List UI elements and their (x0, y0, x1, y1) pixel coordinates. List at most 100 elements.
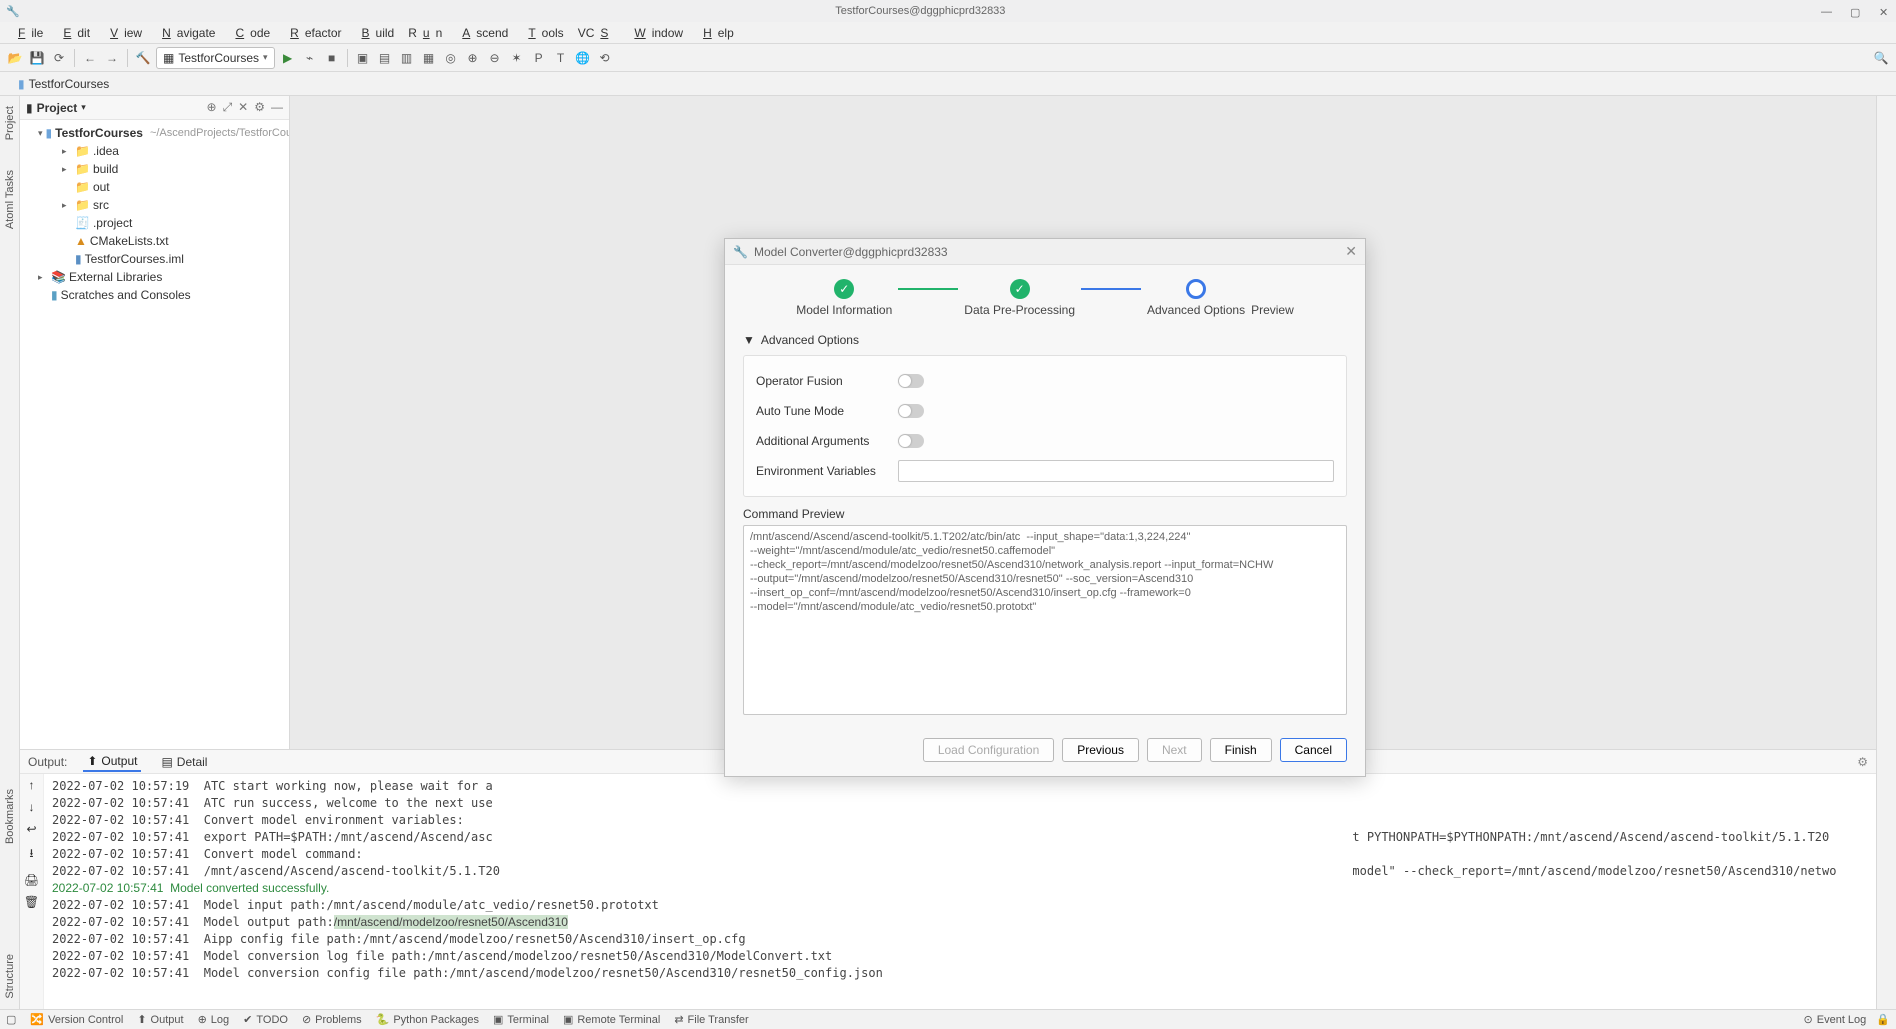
menu-edit[interactable]: Edit (51, 24, 96, 42)
tool3-icon[interactable]: ▥ (398, 49, 416, 67)
tool8-icon[interactable]: ✶ (508, 49, 526, 67)
tree-item-cmakelists[interactable]: ▲ CMakeLists.txt (20, 232, 289, 250)
tab-detail[interactable]: ▤ Detail (157, 753, 211, 771)
maximize-icon[interactable]: ▢ (1850, 6, 1861, 17)
sb-terminal[interactable]: ▣ Terminal (493, 1013, 549, 1026)
tool5-icon[interactable]: ◎ (442, 49, 460, 67)
tool9-icon[interactable]: P (530, 49, 548, 67)
sb-event-log[interactable]: ⊙ Event Log (1804, 1013, 1867, 1026)
close-icon[interactable]: ✕ (1879, 6, 1890, 17)
expand-all-icon[interactable]: ⤢ (223, 100, 233, 115)
sync-icon[interactable]: ⟳ (50, 49, 68, 67)
back-icon[interactable]: ← (81, 49, 99, 67)
tool7-icon[interactable]: ⊖ (486, 49, 504, 67)
menu-run[interactable]: Run (402, 24, 448, 42)
gear-icon[interactable]: ⚙ (1857, 755, 1868, 769)
scroll-icon[interactable]: ⭳ (29, 844, 33, 865)
minimize-icon[interactable]: — (1821, 6, 1832, 17)
search-icon[interactable]: 🔍 (1872, 49, 1890, 67)
tree-item-out[interactable]: 📁 out (20, 178, 289, 196)
auto-tune-toggle[interactable] (898, 404, 924, 418)
tool11-icon[interactable]: 🌐 (574, 49, 592, 67)
gutter-atoml[interactable]: Atoml Tasks (4, 170, 16, 229)
tree-item-iml[interactable]: ▮ TestforCourses.iml (20, 250, 289, 268)
output-gutter: ↑ ↓ ↩ ⭳ 🖨 🗑 (20, 774, 44, 1009)
sb-problems[interactable]: ⊘ Problems (302, 1013, 362, 1026)
sb-version-control[interactable]: 🔀 Version Control (30, 1013, 123, 1026)
gear-icon[interactable]: ⚙ (254, 100, 265, 115)
advanced-options-toggle[interactable]: ▼ Advanced Options (743, 333, 1347, 347)
tool10-icon[interactable]: T (552, 49, 570, 67)
tool6-icon[interactable]: ⊕ (464, 49, 482, 67)
trash-icon[interactable]: 🗑 (24, 895, 39, 909)
sb-square-icon[interactable]: ▢ (6, 1013, 16, 1026)
wrap-icon[interactable]: ↩ (26, 822, 36, 836)
run-config-selector[interactable]: ▦ TestforCourses ▾ (156, 47, 275, 69)
project-panel-header: ▮ Project ▾ ⊕ ⤢ ✕ ⚙ — (20, 96, 289, 120)
tree-root[interactable]: ▾ ▮ TestforCourses ~/AscendProjects/Test… (20, 124, 289, 142)
step-model-info[interactable]: ✓ Model Information (796, 279, 892, 317)
menu-window[interactable]: Window (622, 24, 689, 42)
menu-tools[interactable]: Tools (516, 24, 569, 42)
finish-button[interactable]: Finish (1210, 738, 1272, 762)
env-vars-input[interactable] (898, 460, 1334, 482)
dialog-close-icon[interactable]: ✕ (1345, 243, 1357, 260)
menu-view[interactable]: View (98, 24, 148, 42)
build-icon[interactable]: 🔨 (134, 49, 152, 67)
sb-remote-terminal[interactable]: ▣ Remote Terminal (563, 1013, 660, 1026)
sb-lock-icon[interactable]: 🔒 (1876, 1013, 1890, 1026)
tree-item-project[interactable]: 🧾 .project (20, 214, 289, 232)
menu-refactor[interactable]: Refactor (278, 24, 347, 42)
hide-icon[interactable]: — (271, 100, 283, 115)
save-icon[interactable]: 💾 (28, 49, 46, 67)
gutter-structure[interactable]: Structure (4, 954, 16, 999)
up-icon[interactable]: ↑ (29, 778, 35, 792)
menu-file[interactable]: File (6, 24, 49, 42)
print-icon[interactable]: 🖨 (24, 873, 39, 887)
chevron-down-icon[interactable]: ▾ (81, 102, 86, 113)
gutter-project[interactable]: Project (4, 106, 16, 140)
debug-icon[interactable]: ⌁ (301, 49, 319, 67)
tool4-icon[interactable]: ▦ (420, 49, 438, 67)
tree-scratches[interactable]: ▮ Scratches and Consoles (20, 286, 289, 304)
next-button[interactable]: Next (1147, 738, 1202, 762)
sb-log[interactable]: ⊕ Log (198, 1013, 230, 1026)
sb-todo[interactable]: ✔ TODO (243, 1013, 288, 1026)
step-preprocessing[interactable]: ✓ Data Pre-Processing (964, 279, 1075, 317)
sb-output[interactable]: ⬆ Output (137, 1013, 183, 1026)
run-icon[interactable]: ▶ (279, 49, 297, 67)
stop-icon[interactable]: ■ (323, 49, 341, 67)
menu-build[interactable]: Build (350, 24, 401, 42)
step-preview[interactable]: Preview (1251, 279, 1294, 317)
menu-code[interactable]: Code (223, 24, 276, 42)
select-opened-icon[interactable]: ⊕ (207, 100, 217, 115)
tool2-icon[interactable]: ▤ (376, 49, 394, 67)
tree-external-libs[interactable]: ▸📚 External Libraries (20, 268, 289, 286)
tool12-icon[interactable]: ⟲ (596, 49, 614, 67)
sb-python-packages[interactable]: 🐍 Python Packages (376, 1013, 479, 1026)
menu-help[interactable]: Help (691, 24, 740, 42)
command-preview-textarea[interactable] (743, 525, 1347, 715)
load-configuration-button[interactable]: Load Configuration (923, 738, 1054, 762)
menu-ascend[interactable]: Ascend (450, 24, 514, 42)
tool1-icon[interactable]: ▣ (354, 49, 372, 67)
additional-args-toggle[interactable] (898, 434, 924, 448)
breadcrumb-label[interactable]: TestforCourses (29, 77, 110, 91)
gutter-bookmarks[interactable]: Bookmarks (4, 789, 16, 844)
tree-item-build[interactable]: ▸📁 build (20, 160, 289, 178)
step-advanced[interactable]: Advanced Options (1147, 279, 1245, 317)
down-icon[interactable]: ↓ (29, 800, 35, 814)
cancel-button[interactable]: Cancel (1280, 738, 1347, 762)
menu-vcs[interactable]: VCS (572, 24, 621, 42)
collapse-icon[interactable]: ✕ (238, 100, 248, 115)
tab-output[interactable]: ⬆ Output (83, 752, 141, 772)
tree-item-src[interactable]: ▸📁 src (20, 196, 289, 214)
open-icon[interactable]: 📂 (6, 49, 24, 67)
menu-navigate[interactable]: Navigate (150, 24, 221, 42)
sb-file-transfer[interactable]: ⇄ File Transfer (674, 1013, 748, 1026)
tree-item-idea[interactable]: ▸📁 .idea (20, 142, 289, 160)
previous-button[interactable]: Previous (1062, 738, 1139, 762)
forward-icon[interactable]: → (103, 49, 121, 67)
operator-fusion-toggle[interactable] (898, 374, 924, 388)
output-text[interactable]: 2022-07-02 10:57:19 ATC start working no… (44, 774, 1876, 1009)
